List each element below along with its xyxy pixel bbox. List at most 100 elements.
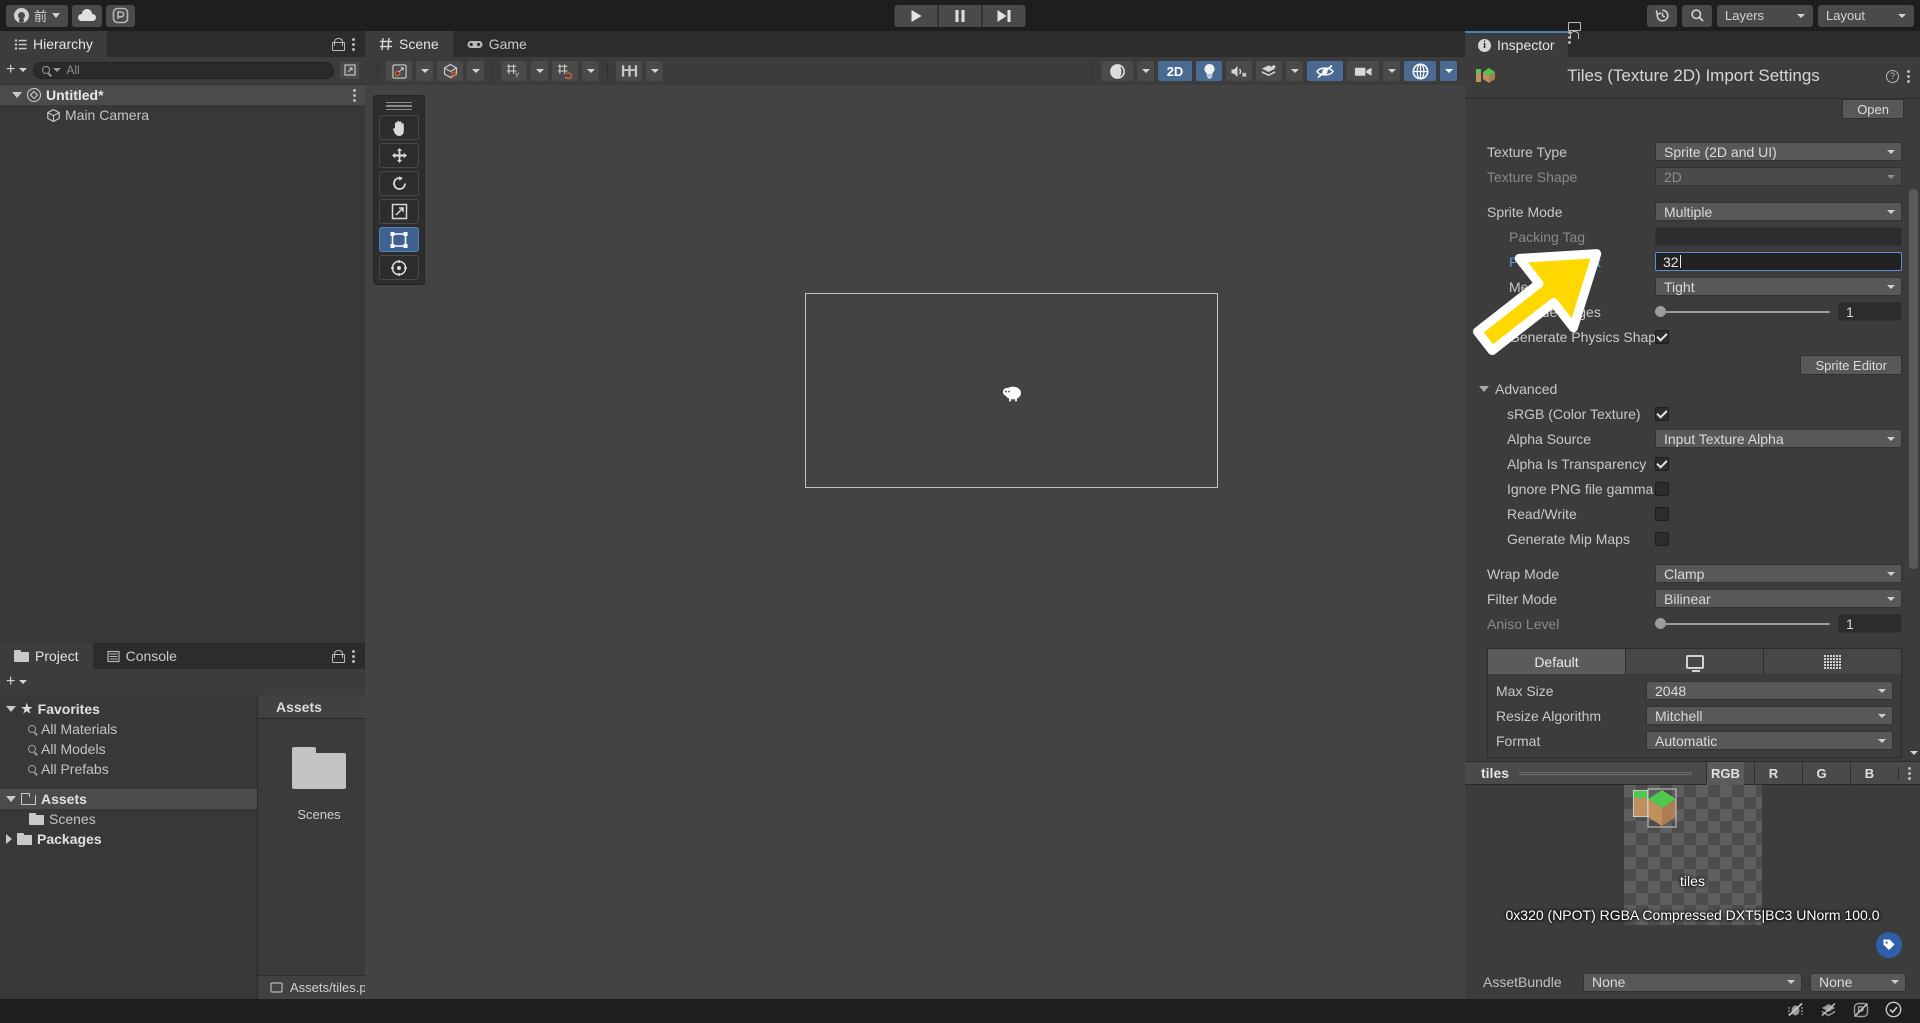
tab-inspector[interactable]: i Inspector: [1465, 31, 1568, 57]
field-packing-tag[interactable]: Packing Tag: [1465, 224, 1920, 249]
scene-sprite-sheep[interactable]: [1001, 383, 1021, 401]
hierarchy-row-main-camera[interactable]: Main Camera: [0, 105, 365, 125]
open-button[interactable]: Open: [1842, 99, 1904, 119]
sprite-editor-button[interactable]: Sprite Editor: [1800, 355, 1902, 375]
scene-gizmos-button[interactable]: [1404, 61, 1436, 81]
play-button[interactable]: [895, 5, 938, 27]
extrude-edges-slider[interactable]: [1655, 305, 1830, 319]
shading-mode-button[interactable]: [1101, 61, 1133, 81]
inspector-scroll-area[interactable]: Texture Type Sprite (2D and UI) Texture …: [1465, 129, 1920, 761]
tab-platform-default[interactable]: Default: [1488, 649, 1626, 674]
scale-tool-button[interactable]: [379, 199, 419, 224]
tab-game[interactable]: Game: [453, 31, 541, 57]
chevron-right-icon[interactable]: [6, 834, 12, 844]
transform-tool-button[interactable]: [379, 255, 419, 280]
preview-menu-icon[interactable]: [1898, 767, 1920, 780]
tab-hierarchy[interactable]: Hierarchy: [0, 31, 107, 57]
slider-knob[interactable]: [1655, 306, 1666, 317]
project-add-button[interactable]: +: [6, 673, 27, 691]
project-tree-item-favorites[interactable]: ★ Favorites: [0, 699, 257, 719]
preview-channel-g[interactable]: G: [1802, 762, 1840, 785]
toggle-2d-button[interactable]: 2D: [1158, 61, 1192, 81]
platform-tabs[interactable]: Default: [1487, 648, 1902, 674]
hierarchy-add-button[interactable]: +: [6, 61, 27, 79]
rect-tool-button[interactable]: [379, 227, 419, 252]
field-ignore-png-gamma[interactable]: Ignore PNG file gamma: [1465, 476, 1920, 501]
chevron-down-icon[interactable]: [1479, 386, 1489, 392]
preview-channel-rgb[interactable]: RGB: [1706, 762, 1744, 785]
scene-audio-button[interactable]: [1226, 61, 1252, 81]
packing-tag-input[interactable]: [1655, 227, 1902, 246]
cloud-button[interactable]: [72, 5, 102, 27]
layers-off-icon[interactable]: [1820, 1002, 1837, 1020]
mesh-type-dropdown[interactable]: Tight: [1655, 277, 1902, 296]
hierarchy-search-input[interactable]: All: [33, 62, 334, 79]
sprite-mode-dropdown[interactable]: Multiple: [1655, 202, 1902, 221]
alpha-source-dropdown[interactable]: Input Texture Alpha: [1655, 429, 1902, 448]
asset-bundle-variant-dropdown[interactable]: None: [1810, 973, 1906, 992]
field-filter-mode[interactable]: Filter Mode Bilinear: [1465, 586, 1920, 611]
field-format[interactable]: Format Automatic: [1488, 728, 1901, 753]
account-button[interactable]: 前: [6, 5, 68, 27]
preview-body[interactable]: tiles 0x320 (NPOT) RGBA Compressed DXT5|…: [1465, 785, 1920, 925]
wrap-mode-dropdown[interactable]: Clamp: [1655, 564, 1902, 583]
bug-off-icon[interactable]: [1787, 1002, 1804, 1020]
filter-mode-dropdown[interactable]: Bilinear: [1655, 589, 1902, 608]
chevron-down-icon[interactable]: [12, 92, 22, 98]
advanced-foldout[interactable]: Advanced: [1465, 377, 1920, 401]
project-tree-item-assets[interactable]: Assets: [0, 789, 257, 809]
project-tree-item-all-materials[interactable]: All Materials: [0, 719, 257, 739]
grid-visibility-dropdown[interactable]: [582, 61, 599, 81]
lock-icon[interactable]: [332, 38, 343, 51]
scene-camera-button[interactable]: [1347, 61, 1379, 81]
pivot-mode-button[interactable]: [386, 61, 412, 81]
layers-dropdown[interactable]: Layers: [1717, 5, 1813, 27]
step-button[interactable]: [983, 5, 1026, 27]
hierarchy-menu-icon[interactable]: [352, 38, 355, 51]
palette-drag-handle[interactable]: [379, 100, 419, 112]
project-tree-item-all-models[interactable]: All Models: [0, 739, 257, 759]
field-generate-mip-maps[interactable]: Generate Mip Maps: [1465, 526, 1920, 551]
grid-snap-button[interactable]: Y: [501, 61, 527, 81]
rotate-tool-button[interactable]: [379, 171, 419, 196]
project-tree-item-all-prefabs[interactable]: All Prefabs: [0, 759, 257, 779]
scene-gizmos-dropdown[interactable]: [1440, 61, 1457, 81]
project-tree[interactable]: ★ Favorites All Materials All Models: [0, 695, 258, 999]
hand-tool-button[interactable]: [379, 115, 419, 140]
search-button[interactable]: [1682, 5, 1712, 27]
scene-lighting-button[interactable]: [1196, 61, 1222, 81]
tab-platform-other[interactable]: [1764, 649, 1901, 674]
extrude-edges-value[interactable]: 1: [1838, 302, 1902, 321]
field-alpha-source[interactable]: Alpha Source Input Texture Alpha: [1465, 426, 1920, 451]
project-menu-icon[interactable]: [352, 650, 355, 663]
grid-visibility-button[interactable]: [552, 61, 578, 81]
preview-channel-b[interactable]: B: [1850, 762, 1888, 785]
read-write-checkbox[interactable]: [1655, 507, 1669, 521]
texture-type-dropdown[interactable]: Sprite (2D and UI): [1655, 142, 1902, 161]
field-wrap-mode[interactable]: Wrap Mode Clamp: [1465, 561, 1920, 586]
layout-dropdown[interactable]: Layout: [1818, 5, 1914, 27]
project-asset-grid[interactable]: Scenes: [258, 719, 365, 975]
check-circle-icon[interactable]: [1885, 1001, 1902, 1021]
scene-fx-button[interactable]: [1256, 61, 1282, 81]
tab-console[interactable]: Console: [93, 643, 191, 669]
scene-options-icon[interactable]: [353, 89, 356, 102]
preview-channel-r[interactable]: R: [1754, 762, 1792, 785]
srgb-checkbox[interactable]: [1655, 407, 1669, 421]
format-dropdown[interactable]: Automatic: [1646, 731, 1893, 750]
scroll-down-arrow-icon[interactable]: [1909, 748, 1918, 757]
help-icon[interactable]: ?: [1886, 70, 1899, 83]
field-srgb[interactable]: sRGB (Color Texture): [1465, 401, 1920, 426]
hierarchy-tree[interactable]: Untitled* Main Camera: [0, 83, 365, 643]
scene-visibility-button[interactable]: [1307, 61, 1343, 81]
field-pixels-per-unit[interactable]: Pixels Per Unit 32: [1465, 249, 1920, 274]
move-tool-button[interactable]: [379, 143, 419, 168]
tab-project[interactable]: Project: [0, 643, 93, 669]
tab-platform-standalone[interactable]: [1626, 649, 1764, 674]
history-button[interactable]: [1647, 5, 1677, 27]
pivot-dropdown[interactable]: [416, 61, 433, 81]
lock-icon[interactable]: [332, 650, 343, 663]
scene-tool-palette[interactable]: [373, 95, 425, 285]
tab-scene[interactable]: Scene: [365, 31, 453, 57]
generate-physics-shape-checkbox[interactable]: [1655, 330, 1669, 344]
